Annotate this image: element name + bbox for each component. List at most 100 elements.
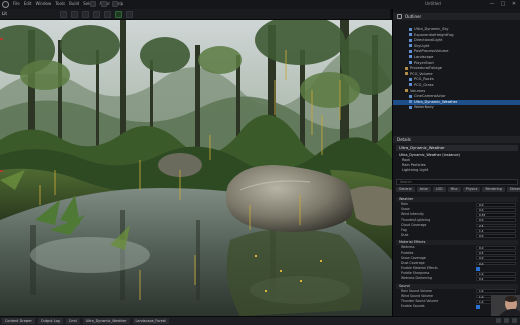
outliner-item-label: PlayerStart (414, 60, 434, 65)
level-viewport[interactable] (0, 20, 392, 316)
unreal-logo-icon[interactable] (2, 1, 9, 8)
notifications-icon[interactable] (504, 318, 509, 323)
source-control-icon[interactable] (496, 318, 501, 323)
property-label: Rain Sound Volume (401, 288, 432, 293)
property-value-field[interactable]: 0.0 (476, 261, 516, 266)
property-value-field[interactable]: 0.5 (476, 251, 516, 256)
component-item[interactable]: Lightning Light (396, 168, 518, 173)
details-actor-name[interactable]: Ultra_Dynamic_Weather (396, 145, 518, 151)
play-button[interactable] (115, 11, 122, 18)
property-value-field[interactable]: 0.0 (476, 256, 516, 261)
side-panel: Outliner Ultra_Dynamic_Sky ExponentialHei… (392, 9, 520, 316)
menu-edit[interactable]: Edit (24, 1, 32, 7)
category-tab[interactable]: Rendering (482, 187, 505, 192)
property-label: Enable Material Effects (401, 266, 438, 271)
rotate-tool-button[interactable] (82, 11, 89, 18)
project-name: Untitled (425, 1, 441, 6)
outliner-item-label: WaterBody (414, 105, 434, 110)
status-bar-tab[interactable]: Cmd (65, 318, 80, 324)
title-center-icons (90, 1, 118, 7)
property-label: Thunder/Lightning (401, 217, 431, 222)
status-bar-tab[interactable]: Landscape_Forest (132, 318, 169, 324)
status-bar-tab[interactable]: Content Drawer (2, 318, 35, 324)
save-icon[interactable] (90, 1, 96, 7)
property-value-field[interactable]: 0.4 (476, 277, 516, 282)
webcam-overlay (491, 295, 520, 316)
minimize-button[interactable]: — (489, 1, 495, 7)
property-label: Puddles (401, 250, 414, 255)
outliner-item[interactable]: WaterBody (393, 105, 520, 111)
property-checkbox[interactable] (476, 305, 480, 309)
status-bar-tab[interactable]: Ultra_Dynamic_Weather (82, 318, 130, 324)
property-value-field[interactable]: 0.35 (476, 213, 516, 217)
property-label: Cloud Coverage (401, 222, 427, 227)
status-bar-tab[interactable]: Output Log (37, 318, 63, 324)
close-button[interactable]: ✕ (511, 1, 517, 7)
property-value-field[interactable]: 1.0 (476, 289, 516, 294)
settings-icon[interactable] (512, 318, 517, 323)
property-value-field[interactable]: 1.2 (476, 228, 516, 233)
folder-icon (405, 89, 408, 93)
menu-file[interactable]: File (13, 1, 20, 7)
actor-icon (409, 55, 412, 59)
property-row: Dust 0.0 (396, 233, 518, 238)
move-tool-button[interactable] (71, 11, 78, 18)
snap-button[interactable] (104, 11, 111, 18)
property-label: Wetness (401, 245, 415, 250)
content-icon[interactable] (101, 1, 107, 7)
property-label: Snow (401, 207, 410, 212)
status-bar-right (496, 318, 517, 323)
actor-icon (409, 100, 412, 104)
category-tab[interactable]: Streaming (506, 187, 520, 192)
actor-icon (409, 44, 412, 48)
outliner-item-label: SkyLight (414, 43, 430, 48)
menu-window[interactable]: Window (35, 1, 51, 7)
property-value-field[interactable]: 0.0 (476, 207, 516, 212)
outliner-item-label: Ultra_Dynamic_Weather (414, 99, 458, 104)
viewport-mode-tab[interactable]: Lit (2, 11, 7, 17)
menu-tools[interactable]: Tools (55, 1, 65, 7)
maximize-button[interactable]: □ (500, 1, 506, 7)
outliner-item-label: Volumes (410, 88, 426, 93)
property-label: Enable Sounds (401, 304, 425, 309)
category-tab[interactable]: Misc (447, 187, 461, 192)
select-tool-button[interactable] (60, 11, 67, 18)
outliner-title: Outliner (405, 14, 422, 19)
outliner-item-label: PCG_Volume (410, 71, 433, 76)
actor-icon (409, 105, 412, 109)
category-tab[interactable]: LOD (432, 187, 446, 192)
actor-icon (409, 94, 412, 98)
property-checkbox[interactable] (476, 267, 480, 271)
stop-button[interactable] (126, 11, 133, 18)
blueprint-icon[interactable] (112, 1, 118, 7)
menu-build[interactable]: Build (69, 1, 79, 7)
category-tabs: General Actor LOD Misc Physics Rendering Strea… (396, 187, 520, 192)
property-value-field[interactable]: 0.0 (476, 202, 516, 207)
status-bar: Content Drawer Output Log Cmd Ultra_Dynamic… (0, 316, 520, 325)
folder-icon (405, 72, 408, 76)
property-value-field[interactable]: 0.0 (476, 218, 516, 223)
scale-tool-button[interactable] (93, 11, 100, 18)
category-tab[interactable]: General (396, 187, 415, 192)
outliner-item-label: ExponentialHeightFog (414, 32, 454, 37)
window-controls: — □ ✕ (489, 1, 517, 7)
property-value-field[interactable]: 1.0 (476, 272, 516, 276)
category-tab[interactable]: Physics (462, 187, 481, 192)
component-list: Ultra_Dynamic_Weather (Instance) Root Rain… (396, 153, 518, 173)
property-row: Wetness Darkening 0.4 (396, 276, 518, 282)
outliner-item-label: PCG_Grass (414, 82, 434, 87)
actor-icon (409, 38, 412, 42)
category-tab[interactable]: Actor (416, 187, 431, 192)
property-label: Wind Intensity (401, 212, 424, 217)
actor-icon (409, 33, 412, 37)
outliner-item-label: Landscape (414, 54, 434, 59)
property-value-field[interactable]: 2.5 (476, 223, 516, 228)
details-header: Details (393, 136, 520, 143)
property-label: Dust Coverage (401, 260, 425, 265)
property-value-field[interactable]: 0.0 (476, 233, 516, 238)
details-search-input[interactable]: Search (396, 179, 518, 185)
outliner-tree: Ultra_Dynamic_Sky ExponentialHeightFog Dir… (393, 27, 520, 111)
outliner-item-label: PCG_Rocks (414, 77, 434, 82)
presenter-image (491, 295, 520, 316)
property-value-field[interactable]: 0.0 (476, 246, 516, 250)
